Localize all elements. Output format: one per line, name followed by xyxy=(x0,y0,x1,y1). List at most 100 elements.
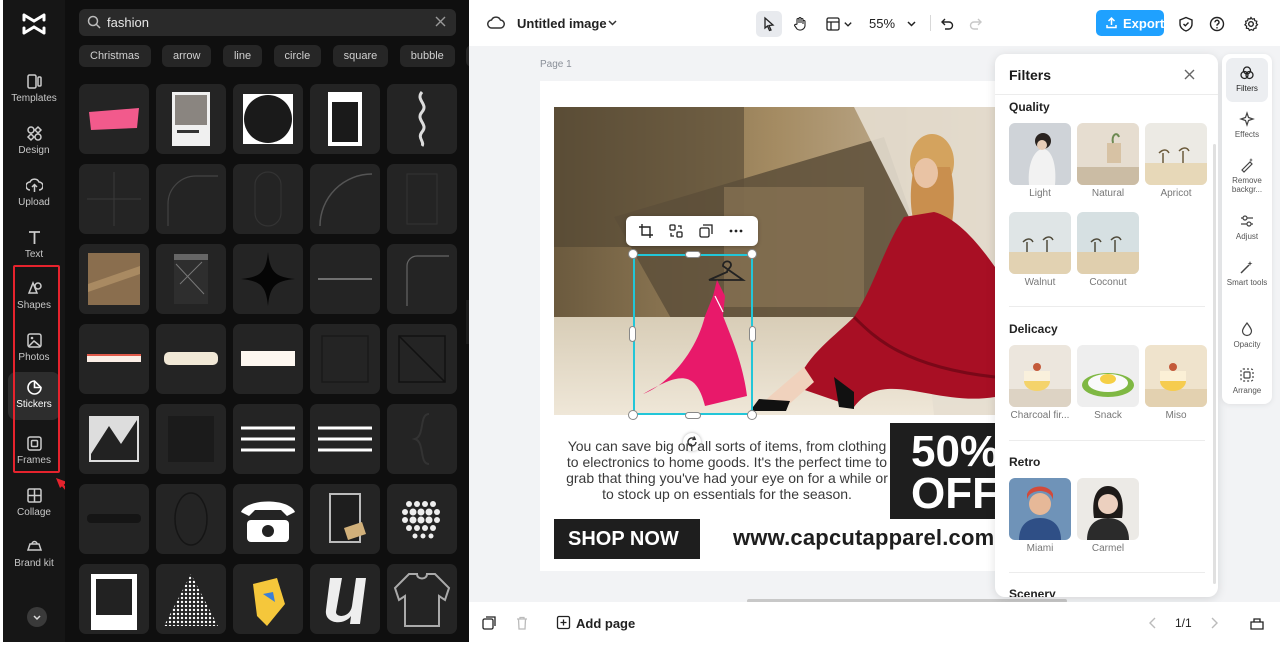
clear-icon[interactable] xyxy=(434,15,447,28)
cloud-sync-icon[interactable] xyxy=(487,14,505,32)
sticker-letter-u[interactable] xyxy=(310,564,380,634)
filter-light[interactable] xyxy=(1009,123,1071,185)
sticker-polaroid-blank[interactable] xyxy=(79,564,149,634)
filter-natural[interactable] xyxy=(1077,123,1139,185)
rail-item-shapes[interactable]: Shapes xyxy=(8,273,60,319)
chevron-right-icon[interactable] xyxy=(1206,615,1222,631)
filter-miso[interactable] xyxy=(1145,345,1207,407)
filter-apricot[interactable] xyxy=(1145,123,1207,185)
sticker-cream-bar[interactable] xyxy=(156,324,226,394)
layout-menu-button[interactable] xyxy=(821,11,857,37)
sticker-cross-lines[interactable] xyxy=(79,164,149,234)
pages-panel-icon[interactable] xyxy=(1249,615,1265,631)
settings-button[interactable] xyxy=(1238,11,1264,37)
help-button[interactable] xyxy=(1204,11,1230,37)
sticker-tape-pink[interactable] xyxy=(79,84,149,154)
rail-item-stickers[interactable]: Stickers xyxy=(8,372,60,420)
rail-item-design[interactable]: Design xyxy=(8,118,60,164)
selected-dress-sticker[interactable] xyxy=(633,254,753,415)
filter-carmel[interactable] xyxy=(1077,478,1139,540)
sticker-three-lines-b[interactable] xyxy=(310,404,380,474)
sticker-sweater[interactable] xyxy=(387,564,457,634)
sticker-arc[interactable] xyxy=(310,164,380,234)
duplicate-page-icon[interactable] xyxy=(481,615,497,631)
tag-chip[interactable]: arrow xyxy=(161,45,212,67)
tag-chip[interactable]: square xyxy=(332,45,389,67)
rail-smart-tools-button[interactable]: Smart tools xyxy=(1226,252,1268,302)
tag-chip[interactable]: Christmas xyxy=(79,45,151,67)
rail-expand-button[interactable] xyxy=(27,607,47,627)
resize-handle[interactable] xyxy=(628,410,638,420)
rail-item-text[interactable]: Text xyxy=(8,222,60,268)
replace-icon[interactable] xyxy=(668,223,684,239)
rail-filters-button[interactable]: Filters xyxy=(1226,58,1268,102)
sticker-curly-brace[interactable] xyxy=(387,404,457,474)
hand-tool-button[interactable] xyxy=(787,11,813,37)
filter-miami[interactable] xyxy=(1009,478,1071,540)
sticker-pill-outline[interactable] xyxy=(233,164,303,234)
trash-icon[interactable] xyxy=(514,615,530,631)
zoom-level[interactable]: 55% xyxy=(869,16,895,31)
sticker-white-bar[interactable] xyxy=(233,324,303,394)
rail-item-frames[interactable]: Frames xyxy=(8,428,60,474)
sticker-halftone-dots[interactable] xyxy=(387,484,457,554)
rail-item-brand-kit[interactable]: Brand kit xyxy=(8,531,60,581)
sticker-polaroid-frame[interactable] xyxy=(310,84,380,154)
chevron-left-icon[interactable] xyxy=(1145,615,1161,631)
sticker-rect-outline[interactable] xyxy=(387,164,457,234)
sticker-ribbon[interactable] xyxy=(387,84,457,154)
select-tool-button[interactable] xyxy=(756,11,782,37)
rail-item-photos[interactable]: Photos xyxy=(8,325,60,371)
promo-paragraph[interactable]: You can save big on all sorts of items, … xyxy=(560,438,894,502)
sticker-oval-outline[interactable] xyxy=(156,484,226,554)
sticker-corner-curve[interactable] xyxy=(156,164,226,234)
sticker-yellow-hand[interactable] xyxy=(233,564,303,634)
artboard[interactable]: You can save big on all sorts of items, … xyxy=(540,81,995,571)
website-url[interactable]: www.capcutapparel.com xyxy=(733,525,994,551)
sticker-circle-frame[interactable] xyxy=(233,84,303,154)
tag-chip[interactable]: bubble xyxy=(399,45,455,67)
more-icon[interactable] xyxy=(728,223,744,239)
resize-handle[interactable] xyxy=(685,412,701,419)
resize-handle[interactable] xyxy=(629,326,636,342)
filter-snack[interactable] xyxy=(1077,345,1139,407)
rail-effects-button[interactable]: Effects xyxy=(1226,104,1268,148)
sticker-telephone[interactable] xyxy=(233,484,303,554)
sticker-star-sparkle[interactable] xyxy=(233,244,303,314)
rail-remove-background-button[interactable]: Remove backgr... xyxy=(1226,150,1268,200)
sticker-pantone-card[interactable] xyxy=(156,84,226,154)
undo-button[interactable] xyxy=(934,11,960,37)
duplicate-icon[interactable] xyxy=(698,223,714,239)
sticker-rounded-corner[interactable] xyxy=(387,244,457,314)
sticker-dark-bar[interactable] xyxy=(79,484,149,554)
sticker-three-lines-a[interactable] xyxy=(233,404,303,474)
sticker-search-input[interactable]: fashion xyxy=(79,9,456,36)
sticker-square-outline[interactable] xyxy=(310,324,380,394)
rail-adjust-button[interactable]: Adjust xyxy=(1226,206,1268,250)
sticker-plastic-bag[interactable] xyxy=(156,244,226,314)
offer-block[interactable]: 50% OFF xyxy=(890,423,995,519)
filter-coconut[interactable] xyxy=(1077,212,1139,274)
rail-item-upload[interactable]: Upload xyxy=(8,170,60,216)
crop-icon[interactable] xyxy=(638,223,654,239)
filter-walnut[interactable] xyxy=(1009,212,1071,274)
sticker-dark-square[interactable] xyxy=(156,404,226,474)
shield-button[interactable] xyxy=(1173,11,1199,37)
resize-handle[interactable] xyxy=(685,251,701,258)
rail-arrange-button[interactable]: Arrange xyxy=(1226,360,1268,404)
redo-button[interactable] xyxy=(963,11,989,37)
sticker-clipboard-tag[interactable] xyxy=(310,484,380,554)
rail-opacity-button[interactable]: Opacity xyxy=(1226,314,1268,358)
chevron-down-icon[interactable] xyxy=(906,18,917,29)
sticker-square-diagonal[interactable] xyxy=(387,324,457,394)
fashion-photo[interactable] xyxy=(554,107,995,415)
document-title[interactable]: Untitled image xyxy=(517,16,607,31)
sticker-kraft-paper[interactable] xyxy=(79,244,149,314)
export-button[interactable]: Export xyxy=(1096,10,1164,36)
resize-handle[interactable] xyxy=(628,249,638,259)
rail-item-templates[interactable]: Templates xyxy=(8,66,60,112)
sticker-dot-triangle[interactable] xyxy=(156,564,226,634)
sticker-thin-line[interactable] xyxy=(310,244,380,314)
filter-charcoal-fir[interactable] xyxy=(1009,345,1071,407)
close-icon[interactable] xyxy=(1183,68,1196,81)
